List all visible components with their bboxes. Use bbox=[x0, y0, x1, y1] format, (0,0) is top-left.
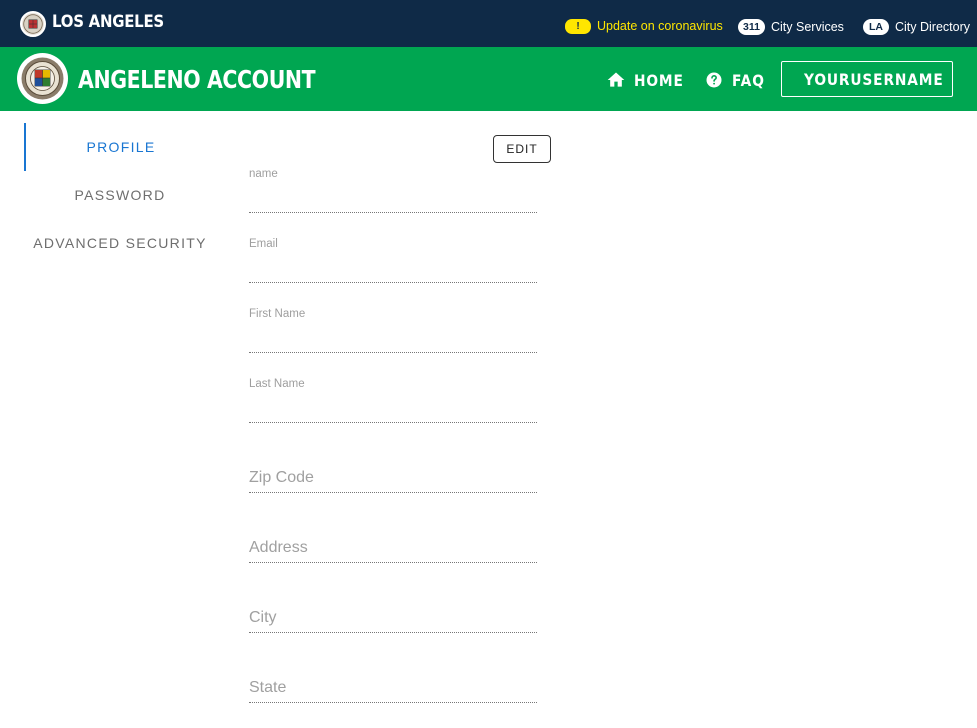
alert-badge: ! bbox=[565, 19, 591, 34]
city-seal-icon[interactable] bbox=[20, 11, 46, 37]
home-icon bbox=[607, 72, 625, 87]
help-circle-icon bbox=[706, 72, 722, 88]
coronavirus-update-link[interactable]: Update on coronavirus bbox=[597, 19, 723, 33]
app-title[interactable]: ANGELENO ACCOUNT bbox=[78, 65, 316, 94]
app-header: ANGELENO ACCOUNT HOME FAQ YOURUSERNAME bbox=[0, 47, 977, 111]
first-name-input[interactable] bbox=[249, 323, 537, 353]
tab-advanced-security[interactable]: ADVANCED SECURITY bbox=[24, 219, 216, 267]
tab-profile[interactable]: PROFILE bbox=[24, 123, 216, 171]
city-seal-icon[interactable] bbox=[17, 53, 68, 104]
user-account-button[interactable]: YOURUSERNAME bbox=[781, 61, 953, 97]
city-top-bar: LOS ANGELES ! Update on coronavirus 311 … bbox=[0, 0, 977, 47]
user-account-label: YOURUSERNAME bbox=[804, 69, 944, 89]
city-services-badge: 311 bbox=[738, 19, 765, 35]
field-label: First Name bbox=[249, 308, 306, 320]
tab-password[interactable]: PASSWORD bbox=[24, 171, 216, 219]
nav-faq-link[interactable]: FAQ bbox=[704, 69, 770, 91]
field-last-name: Last Name bbox=[249, 363, 537, 423]
field-first-name: First Name bbox=[249, 293, 537, 353]
name-input[interactable] bbox=[249, 183, 537, 213]
last-name-input[interactable] bbox=[249, 393, 537, 423]
field-state bbox=[249, 643, 537, 703]
city-input[interactable] bbox=[249, 603, 537, 633]
state-input[interactable] bbox=[249, 673, 537, 703]
field-label: name bbox=[249, 168, 278, 180]
field-city bbox=[249, 573, 537, 633]
field-name: name bbox=[249, 153, 537, 213]
nav-faq-label: FAQ bbox=[732, 70, 765, 90]
field-address bbox=[249, 503, 537, 563]
email-input[interactable] bbox=[249, 253, 537, 283]
city-services-link[interactable]: City Services bbox=[771, 20, 844, 34]
city-directory-badge: LA bbox=[863, 19, 889, 35]
zip-code-input[interactable] bbox=[249, 463, 537, 493]
city-name-link[interactable]: LOS ANGELES bbox=[52, 12, 164, 32]
nav-home-link[interactable]: HOME bbox=[606, 69, 692, 91]
field-label: Email bbox=[249, 238, 278, 250]
field-zip-code bbox=[249, 433, 537, 493]
field-email: Email bbox=[249, 223, 537, 283]
nav-home-label: HOME bbox=[634, 70, 684, 90]
city-directory-link[interactable]: City Directory bbox=[895, 20, 970, 34]
field-label: Last Name bbox=[249, 378, 305, 390]
address-input[interactable] bbox=[249, 533, 537, 563]
